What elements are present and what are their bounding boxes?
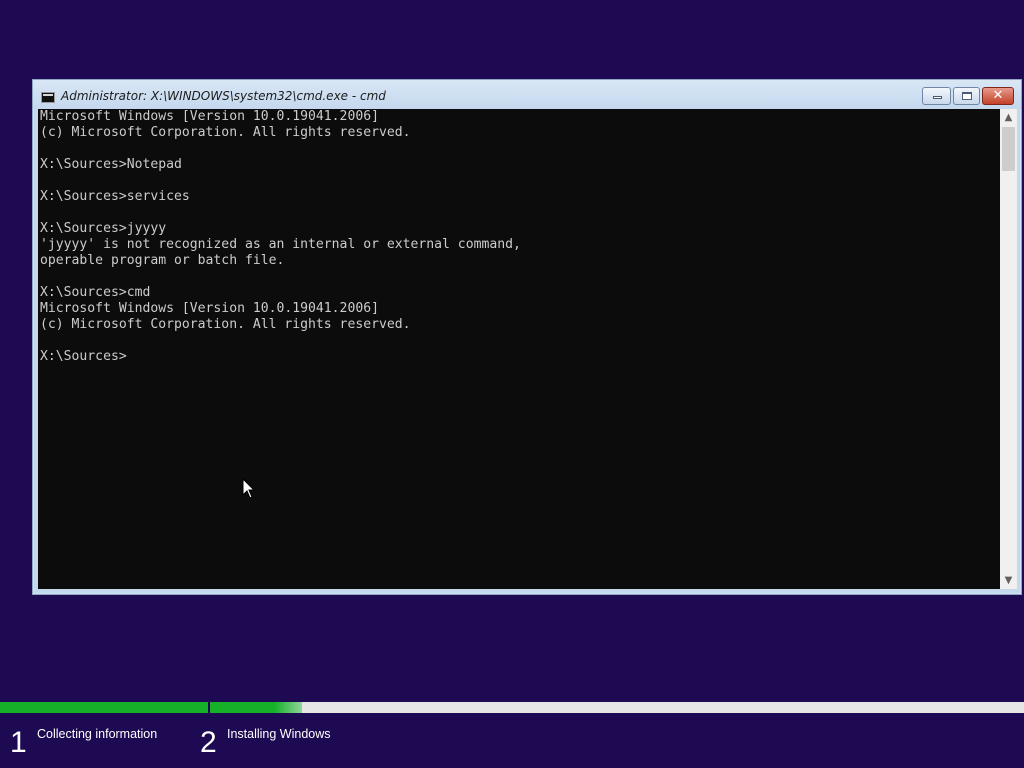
scroll-thumb[interactable] xyxy=(1002,127,1015,171)
vertical-scrollbar[interactable]: ▲ ▼ xyxy=(1000,109,1017,589)
console-line: Microsoft Windows [Version 10.0.19041.20… xyxy=(40,109,379,124)
console-output[interactable]: Microsoft Windows [Version 10.0.19041.20… xyxy=(38,109,1000,589)
setup-progress-bar xyxy=(0,702,1024,713)
maximize-icon xyxy=(962,92,972,100)
console-line: X:\Sources>jyyyy xyxy=(40,221,167,236)
close-button[interactable]: ✕ xyxy=(982,87,1014,105)
cmd-console-icon xyxy=(41,92,55,103)
console-line: (c) Microsoft Corporation. All rights re… xyxy=(40,317,411,332)
step-number: 2 xyxy=(200,726,217,759)
console-line: X:\Sources>services xyxy=(40,189,190,204)
console-line: X:\Sources>Notepad xyxy=(40,157,182,172)
console-line: (c) Microsoft Corporation. All rights re… xyxy=(40,125,411,140)
console-line: X:\Sources> xyxy=(40,349,127,364)
minimize-button[interactable] xyxy=(922,87,951,105)
console-line: 'jyyyy' is not recognized as an internal… xyxy=(40,237,521,252)
close-icon: ✕ xyxy=(992,88,1004,103)
minimize-icon xyxy=(933,96,942,99)
progress-step-2 xyxy=(210,702,302,713)
window-titlebar[interactable]: Administrator: X:\WINDOWS\system32\cmd.e… xyxy=(33,80,1021,109)
step-label: Installing Windows xyxy=(227,727,331,741)
step-label: Collecting information xyxy=(37,727,158,741)
caption-buttons: ✕ xyxy=(922,87,1014,106)
console-line: X:\Sources>cmd xyxy=(40,285,151,300)
scroll-up-icon[interactable]: ▲ xyxy=(1000,109,1017,126)
console-line: Microsoft Windows [Version 10.0.19041.20… xyxy=(40,301,379,316)
window-title: Administrator: X:\WINDOWS\system32\cmd.e… xyxy=(61,89,386,103)
maximize-button[interactable] xyxy=(953,87,980,105)
step-number: 1 xyxy=(10,726,27,759)
console-line: operable program or batch file. xyxy=(40,253,285,268)
mouse-pointer-icon xyxy=(242,478,256,499)
cmd-window[interactable]: Administrator: X:\WINDOWS\system32\cmd.e… xyxy=(32,79,1022,595)
scroll-down-icon[interactable]: ▼ xyxy=(1000,572,1017,589)
progress-step-1 xyxy=(0,702,208,713)
